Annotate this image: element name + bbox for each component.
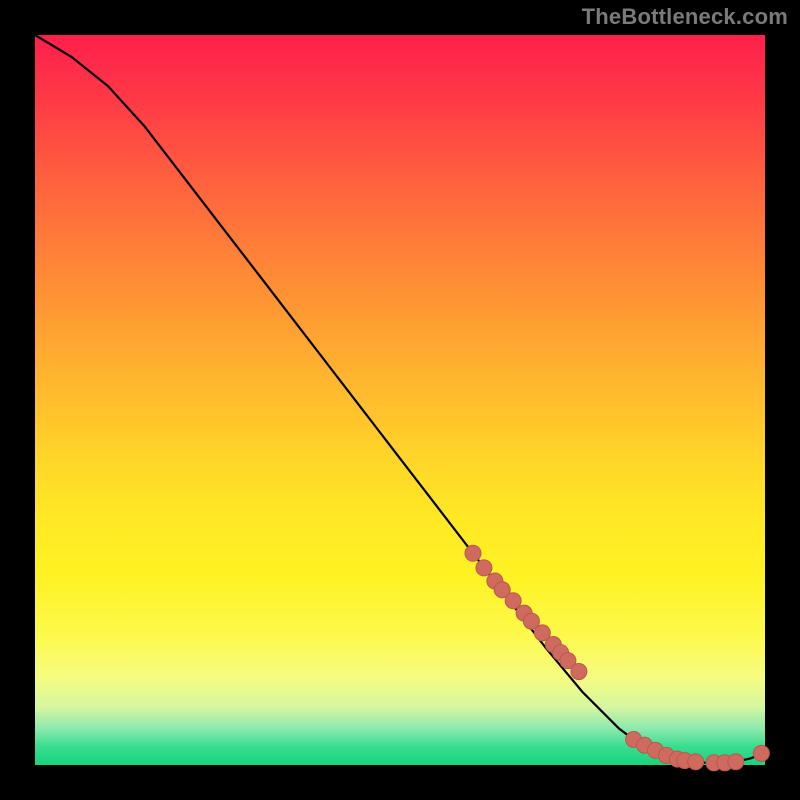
data-marker <box>728 754 744 770</box>
chart-frame: TheBottleneck.com <box>0 0 800 800</box>
watermark-text: TheBottleneck.com <box>582 4 788 30</box>
curve-line <box>35 35 765 763</box>
data-marker <box>753 745 769 761</box>
data-marker <box>571 664 587 680</box>
data-marker <box>476 560 492 576</box>
data-marker <box>465 545 481 561</box>
plot-area <box>35 35 765 765</box>
data-marker <box>505 593 521 609</box>
data-marker <box>688 754 704 770</box>
data-markers <box>465 545 769 771</box>
chart-svg <box>35 35 765 765</box>
